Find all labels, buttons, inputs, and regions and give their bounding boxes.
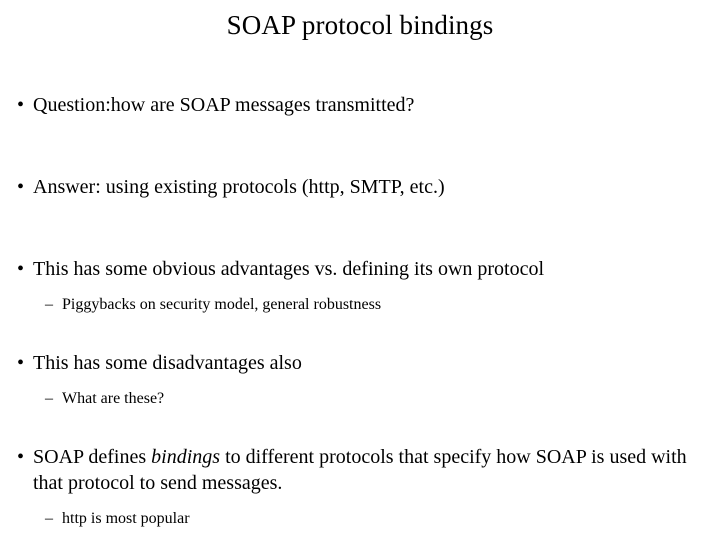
list-item-text: Answer: using existing protocols (http, … — [33, 176, 445, 198]
list-item: • Answer: using existing protocols (http… — [0, 174, 720, 200]
sub-list-item-text: What are these? — [62, 390, 165, 407]
bullet-dot-icon: • — [17, 352, 25, 374]
bullet-dot-icon: • — [17, 176, 25, 198]
list-item: • This has some disadvantages also — [0, 350, 720, 376]
list-item-text-emphasis: bindings — [151, 446, 221, 468]
list-item-text-part-1: SOAP defines — [33, 446, 152, 468]
outline-group-disadvantages: • This has some disadvantages also – Wha… — [0, 350, 720, 409]
outline-group-advantages: • This has some obvious advantages vs. d… — [0, 256, 720, 315]
sub-list-item: – http is most popular — [0, 508, 720, 529]
bullet-dash-icon: – — [45, 296, 53, 313]
slide-canvas: SOAP protocol bindings • Question:how ar… — [0, 0, 720, 540]
outline-group-answer: • Answer: using existing protocols (http… — [0, 174, 720, 200]
sub-list-item: – Piggybacks on security model, general … — [0, 294, 720, 315]
bullet-dot-icon: • — [17, 94, 25, 116]
sub-list-item: – What are these? — [0, 388, 720, 409]
outline-group-question: • Question:how are SOAP messages transmi… — [0, 92, 720, 118]
page-title: SOAP protocol bindings — [226, 10, 494, 40]
list-item: • SOAP defines bindings to different pro… — [0, 444, 720, 496]
bullet-dash-icon: – — [45, 510, 53, 527]
sub-list-item-text: Piggybacks on security model, general ro… — [62, 296, 382, 313]
list-item-text: This has some obvious advantages vs. def… — [33, 258, 545, 280]
list-item: • This has some obvious advantages vs. d… — [0, 256, 720, 282]
bullet-dash-icon: – — [45, 390, 53, 407]
list-item-text: Question:how are SOAP messages transmitt… — [33, 94, 415, 116]
sub-list-item-text: http is most popular — [62, 510, 190, 527]
list-item: • Question:how are SOAP messages transmi… — [0, 92, 720, 118]
list-item-text: SOAP defines bindings to different proto… — [33, 444, 706, 496]
slide-body-outline: • Question:how are SOAP messages transmi… — [0, 92, 720, 529]
bullet-dot-icon: • — [17, 258, 25, 280]
bullet-dot-icon: • — [17, 446, 25, 468]
outline-group-bindings: • SOAP defines bindings to different pro… — [0, 444, 720, 529]
list-item-text: This has some disadvantages also — [33, 352, 302, 374]
